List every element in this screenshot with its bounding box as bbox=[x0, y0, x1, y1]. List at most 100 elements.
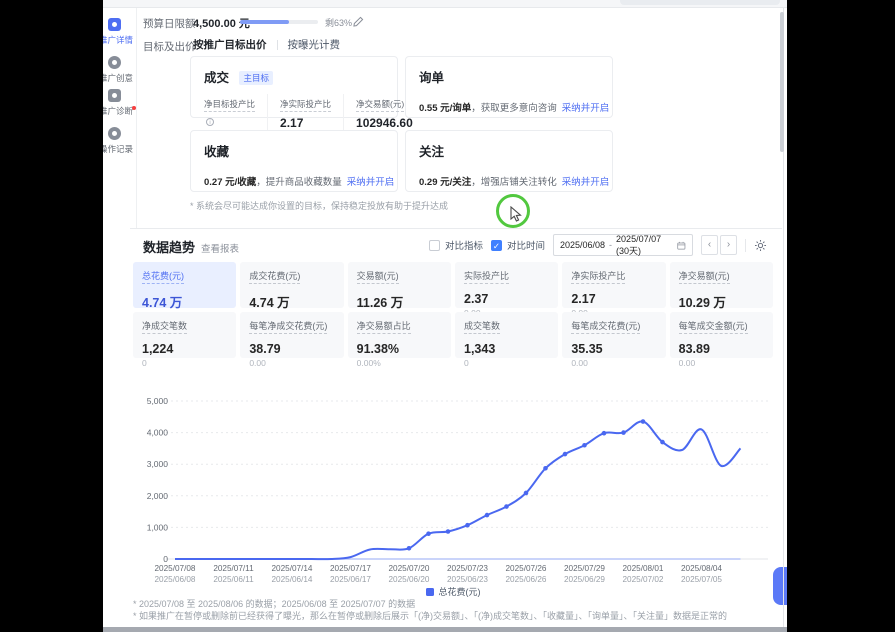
metric-card[interactable]: 每笔成交花费(元) 35.35 0.00 bbox=[562, 312, 665, 358]
primary-goal-badge: 主目标 bbox=[239, 71, 273, 85]
sidebar-item-label: 推广诊断 bbox=[103, 105, 133, 117]
sidebar-item-label: 推广详情 bbox=[103, 34, 133, 46]
metric-card[interactable]: 每笔净成交花费(元) 38.79 0.00 bbox=[240, 312, 343, 358]
metric-value: 10.29 万 bbox=[679, 292, 764, 311]
metric-title: 每笔成交花费(元) bbox=[571, 319, 640, 334]
svg-text:4,000: 4,000 bbox=[147, 428, 169, 438]
metric-card[interactable]: 总花费(元) 4.74 万 0.00 bbox=[133, 262, 236, 308]
svg-text:2025/06/17: 2025/06/17 bbox=[330, 575, 371, 584]
svg-text:2025/06/08: 2025/06/08 bbox=[155, 575, 196, 584]
mouse-cursor-icon bbox=[510, 206, 524, 222]
compare-metric-checkbox[interactable] bbox=[429, 240, 440, 251]
trend-section-title: 数据趋势 bbox=[143, 237, 195, 256]
compare-time-checkbox[interactable]: ✓ bbox=[491, 240, 502, 251]
metric-value: 4.74 万 bbox=[142, 292, 227, 311]
goal-card-title: 成交 bbox=[204, 67, 229, 86]
bidding-tabs: 按推广目标出价 按曝光计费 bbox=[193, 37, 340, 52]
metric-card[interactable]: 实际投产比 2.37 0.00 bbox=[455, 262, 558, 308]
metric-card[interactable]: 净交易额占比 91.38% 0.00% bbox=[348, 312, 451, 358]
svg-text:2025/06/23: 2025/06/23 bbox=[447, 575, 488, 584]
adopt-enable-link[interactable]: 采纳并开启 bbox=[347, 177, 395, 188]
notification-dot bbox=[132, 106, 136, 110]
click-indicator-ring bbox=[496, 194, 530, 228]
edit-budget-icon[interactable] bbox=[353, 14, 364, 32]
budget-limit-label: 预算日限额: bbox=[143, 16, 198, 31]
sidebar-item-icon bbox=[108, 89, 121, 102]
goal-metric-value: 2.17 bbox=[280, 116, 303, 130]
date-range-input[interactable]: 2025/06/08 - 2025/07/07 (30天) bbox=[553, 234, 693, 256]
sidebar-item[interactable]: 推广详情 bbox=[103, 18, 137, 46]
metric-value: 1,343 bbox=[464, 342, 549, 356]
metric-card[interactable]: 成交花费(元) 4.74 万 0.00 bbox=[240, 262, 343, 308]
view-report-link[interactable]: 查看报表 bbox=[201, 241, 239, 255]
floating-side-tab[interactable] bbox=[773, 567, 787, 605]
goal-note: * 系统会尽可能达成你设置的目标，保持稳定投放有助于提升达成 bbox=[190, 199, 448, 212]
metric-card[interactable]: 净交易额(元) 10.29 万 0.00 bbox=[670, 262, 773, 308]
goal-card: 收藏 0.27 元/收藏，提升商品收藏数量采纳并开启 bbox=[190, 130, 398, 192]
legend-marker-total-cost bbox=[426, 588, 434, 596]
adopt-enable-link[interactable]: 采纳并开启 bbox=[562, 103, 610, 114]
metric-compare-value: 0 bbox=[464, 358, 549, 368]
metric-value: 91.38% bbox=[357, 342, 442, 356]
date-range-start: 2025/06/08 bbox=[560, 240, 605, 250]
metric-value: 4.74 万 bbox=[249, 292, 334, 311]
metric-title: 每笔净成交花费(元) bbox=[249, 319, 327, 334]
date-range-end: 2025/07/07 (30天) bbox=[616, 234, 673, 257]
tab-bid-by-goal[interactable]: 按推广目标出价 bbox=[193, 37, 267, 52]
svg-text:2025/07/11: 2025/07/11 bbox=[213, 564, 254, 573]
metric-title: 净实际投产比 bbox=[571, 269, 625, 284]
goal-card: 关注 0.29 元/关注，增强店铺关注转化采纳并开启 bbox=[405, 130, 613, 192]
metric-card[interactable]: 净实际投产比 2.17 0.00 bbox=[562, 262, 665, 308]
metric-card[interactable]: 每笔成交金额(元) 83.89 0.00 bbox=[670, 312, 773, 358]
next-period-button[interactable]: › bbox=[720, 235, 737, 255]
metric-title: 交易额(元) bbox=[357, 269, 399, 284]
tab-bid-by-impression[interactable]: 按曝光计费 bbox=[288, 37, 341, 52]
svg-text:2025/08/01: 2025/08/01 bbox=[623, 564, 664, 573]
goal-card-title: 收藏 bbox=[204, 141, 229, 160]
sidebar-item[interactable]: 推广创意 bbox=[103, 56, 137, 84]
compare-metric-label: 对比指标 bbox=[445, 238, 483, 252]
metric-card[interactable]: 交易额(元) 11.26 万 0.00 bbox=[348, 262, 451, 308]
sidebar-item[interactable]: 操作记录 bbox=[103, 127, 137, 155]
prev-period-button[interactable]: ‹ bbox=[701, 235, 718, 255]
svg-text:5,000: 5,000 bbox=[147, 396, 169, 406]
metric-card[interactable]: 成交笔数 1,343 0 bbox=[455, 312, 558, 358]
adopt-enable-link[interactable]: 采纳并开启 bbox=[562, 177, 610, 188]
metric-title: 总花费(元) bbox=[142, 269, 184, 284]
chart-footnotes: * 2025/07/08 至 2025/08/06 的数据；2025/06/08… bbox=[133, 598, 727, 622]
scrollbar-thumb[interactable] bbox=[780, 12, 784, 152]
footnote-disclaimer: * 如果推广在暂停或删除前已经获得了曝光，那么在暂停或删除后展示「(净)交易额」… bbox=[133, 610, 727, 622]
goal-suggested-bid: 0.29 元/关注 bbox=[419, 177, 471, 188]
info-icon[interactable]: i bbox=[206, 118, 214, 126]
sidebar-item-label: 推广创意 bbox=[103, 72, 133, 84]
campaign-detail-panel: 推广详情 推广创意 推广诊断 操作记录 预算日限额: 4,500.00 元 剩6… bbox=[103, 0, 787, 632]
window-bottom-edge bbox=[103, 627, 787, 632]
svg-text:2025/07/26: 2025/07/26 bbox=[506, 564, 547, 573]
top-card-edge bbox=[620, 0, 780, 5]
metric-title: 净成交笔数 bbox=[142, 319, 187, 334]
sidebar-item[interactable]: 推广诊断 bbox=[103, 89, 137, 117]
trend-line-chart: 01,0002,0003,0004,0005,0002025/07/082025… bbox=[128, 388, 776, 584]
svg-text:3,000: 3,000 bbox=[147, 459, 169, 469]
metric-value: 1,224 bbox=[142, 342, 227, 356]
metric-value: 2.17 bbox=[571, 292, 656, 306]
footnote-date-ranges: * 2025/07/08 至 2025/08/06 的数据；2025/06/08… bbox=[133, 598, 727, 610]
svg-text:2025/07/05: 2025/07/05 bbox=[681, 575, 722, 584]
metric-card[interactable]: 净成交笔数 1,224 0 bbox=[133, 312, 236, 358]
metric-value: 2.37 bbox=[464, 292, 549, 306]
svg-text:2025/07/14: 2025/07/14 bbox=[272, 564, 313, 573]
metric-value: 83.89 bbox=[679, 342, 764, 356]
svg-text:2025/06/14: 2025/06/14 bbox=[272, 575, 313, 584]
metric-title: 每笔成交金额(元) bbox=[679, 319, 748, 334]
svg-text:2025/07/20: 2025/07/20 bbox=[389, 564, 430, 573]
metric-compare-value: 0.00 bbox=[571, 358, 656, 368]
svg-text:2025/07/08: 2025/07/08 bbox=[155, 564, 196, 573]
sidebar-item-icon bbox=[108, 18, 121, 31]
letterbox-background: 推广详情 推广创意 推广诊断 操作记录 预算日限额: 4,500.00 元 剩6… bbox=[0, 0, 895, 632]
budget-progress-bar bbox=[240, 20, 318, 24]
goal-card: 询单 0.55 元/询单，获取更多意向咨询采纳并开启 bbox=[405, 56, 613, 118]
goal-cards-grid: 成交 主目标 净目标投产比i 2.45 净实际投产比 2.17 净交易额(元) … bbox=[190, 56, 613, 192]
chart-settings-gear-icon[interactable] bbox=[754, 239, 767, 252]
top-strip bbox=[103, 0, 787, 8]
tab-separator bbox=[277, 40, 278, 50]
